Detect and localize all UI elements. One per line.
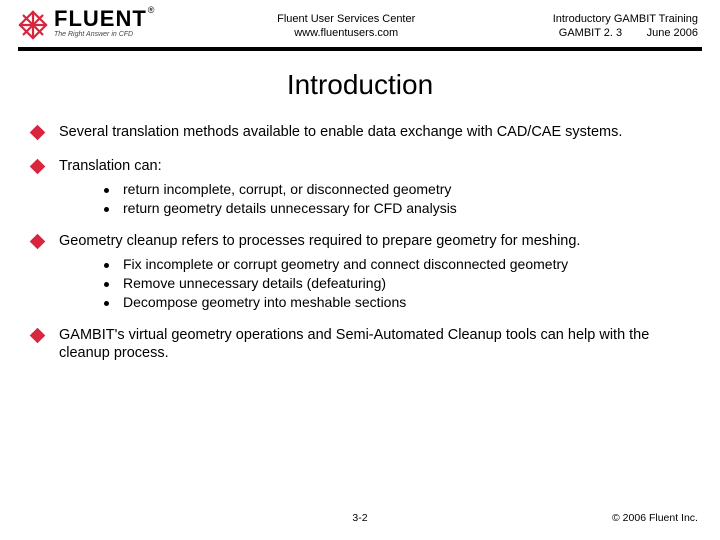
footer-copyright: © 2006 Fluent Inc. (473, 512, 698, 524)
sub-bullet-item: Fix incomplete or corrupt geometry and c… (104, 256, 688, 272)
header-center-line2: www.fluentusers.com (154, 26, 538, 40)
header-right-line2: GAMBIT 2. 3 June 2006 (538, 26, 698, 40)
dot-bullet-icon (104, 207, 109, 212)
footer: 3-2 © 2006 Fluent Inc. (0, 512, 720, 524)
sub-bullet-item: Remove unnecessary details (defeaturing) (104, 275, 688, 291)
logo-name: FLUENT (54, 6, 147, 31)
slide-content: Several translation methods available to… (0, 123, 720, 363)
diamond-bullet-icon (30, 158, 46, 174)
sub-bullet-item: return geometry details unnecessary for … (104, 200, 688, 216)
diamond-bullet-icon (30, 328, 46, 344)
dot-bullet-icon (104, 263, 109, 268)
logo-word: FLUENT® (54, 8, 154, 30)
header-divider (18, 47, 702, 51)
header-right: Introductory GAMBIT Training GAMBIT 2. 3… (538, 8, 698, 41)
logo-text: FLUENT® The Right Answer in CFD (54, 8, 154, 38)
sub-bullet-list: Fix incomplete or corrupt geometry and c… (104, 256, 688, 310)
bullet-text: GAMBIT's virtual geometry operations and… (59, 326, 688, 362)
sub-bullet-text: return incomplete, corrupt, or disconnec… (123, 181, 451, 197)
dot-bullet-icon (104, 282, 109, 287)
slide-page: FLUENT® The Right Answer in CFD Fluent U… (0, 0, 720, 540)
footer-left (22, 512, 247, 524)
bullet-item: Several translation methods available to… (32, 123, 688, 141)
bullet-item: Geometry cleanup refers to processes req… (32, 232, 688, 250)
logo-tagline: The Right Answer in CFD (54, 31, 154, 38)
logo-block: FLUENT® The Right Answer in CFD (18, 8, 154, 40)
diamond-bullet-icon (30, 124, 46, 140)
bullet-item: GAMBIT's virtual geometry operations and… (32, 326, 688, 362)
slide-title: Introduction (0, 69, 720, 101)
fluent-logo-icon (18, 10, 48, 40)
dot-bullet-icon (104, 188, 109, 193)
bullet-item: Translation can: (32, 157, 688, 175)
dot-bullet-icon (104, 301, 109, 306)
header-center-line1: Fluent User Services Center (154, 12, 538, 26)
header-right-line1: Introductory GAMBIT Training (538, 12, 698, 26)
header: FLUENT® The Right Answer in CFD Fluent U… (0, 0, 720, 41)
sub-bullet-text: return geometry details unnecessary for … (123, 200, 457, 216)
footer-page-number: 3-2 (247, 512, 472, 524)
bullet-text: Translation can: (59, 157, 688, 175)
header-center: Fluent User Services Center www.fluentus… (154, 8, 538, 41)
sub-bullet-item: Decompose geometry into meshable section… (104, 294, 688, 310)
sub-bullet-text: Fix incomplete or corrupt geometry and c… (123, 256, 568, 272)
bullet-text: Geometry cleanup refers to processes req… (59, 232, 688, 250)
logo-registered: ® (148, 5, 156, 15)
diamond-bullet-icon (30, 234, 46, 250)
sub-bullet-item: return incomplete, corrupt, or disconnec… (104, 181, 688, 197)
sub-bullet-list: return incomplete, corrupt, or disconnec… (104, 181, 688, 216)
header-right-version: GAMBIT 2. 3 (559, 27, 622, 39)
sub-bullet-text: Decompose geometry into meshable section… (123, 294, 406, 310)
bullet-text: Several translation methods available to… (59, 123, 688, 141)
header-right-date: June 2006 (647, 27, 698, 39)
sub-bullet-text: Remove unnecessary details (defeaturing) (123, 275, 386, 291)
